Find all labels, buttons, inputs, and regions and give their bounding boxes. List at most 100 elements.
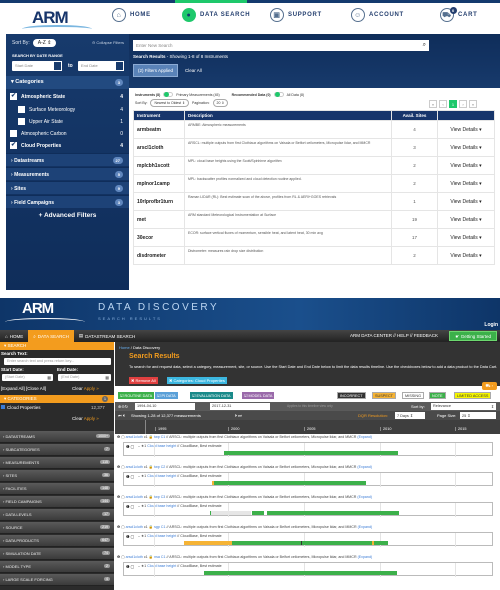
instrument-name[interactable]: mplcbh1scott [134, 157, 184, 174]
search-section-header[interactable]: ▾ SEARCH [0, 342, 114, 350]
nav-data-search[interactable]: ● DATA SEARCH [182, 8, 250, 22]
recommended-toggle[interactable] [273, 92, 284, 97]
page-first-prev[interactable]: ⏮ ⏴ [118, 413, 125, 418]
nav-account[interactable]: ☺ ACCOUNT [351, 8, 404, 22]
facet-large-scale-forcing[interactable]: › LARGE SCALE FORCING 4 [0, 574, 114, 586]
pager-first[interactable]: « [429, 100, 437, 108]
info-icon[interactable]: ❶ [117, 525, 120, 529]
category-surface-meteorology[interactable]: Surface Meteorology 4 [6, 104, 129, 115]
row-controls[interactable]: ❶ ▢ [126, 444, 134, 449]
checkbox-checked[interactable] [1, 405, 5, 409]
filters-applied-button[interactable]: (2) Filters Applied [133, 64, 179, 77]
category-filter-chip[interactable]: ✖ Categories: Cloud Properties [167, 377, 227, 384]
clear-apply-links[interactable]: Clear Apply » [72, 416, 99, 421]
section-sites[interactable]: › Sites 9 [6, 181, 129, 194]
instrument-name[interactable]: arscl1cloth [134, 139, 184, 156]
facet-simulation-date[interactable]: › SIMULATION DATE 74 [0, 548, 114, 560]
availability-bar[interactable] [232, 541, 372, 545]
advanced-filters-button[interactable]: + Advanced Filters [6, 212, 129, 219]
pager-last[interactable]: » [469, 100, 477, 108]
start-date-input[interactable]: (Start Date) ▦ [2, 374, 53, 381]
row-controls[interactable]: ❶ ▢ [126, 534, 134, 539]
data-type-routine-data[interactable]: ☑ ROUTINE DATA [118, 392, 155, 399]
calendar-icon[interactable]: ▦ [47, 375, 51, 380]
availability-bar[interactable] [204, 571, 397, 575]
page-next-last[interactable]: ⏵ ⏭ [235, 413, 242, 418]
facet-data-products[interactable]: › DATA PRODUCTS 647 [0, 535, 114, 547]
checkbox[interactable]: ▢ [121, 435, 124, 439]
collapse-filters-link[interactable]: ⊖ Collapse Filters [92, 40, 124, 45]
search-icon[interactable]: ⌕ [423, 42, 426, 49]
view-details-button[interactable]: View Details ▾ [438, 247, 494, 264]
cart-toggle-button[interactable]: ⛟ › [481, 382, 497, 390]
availability-bar[interactable] [212, 481, 214, 485]
section-measurements[interactable]: › Measurements 5 [6, 167, 129, 180]
pager-page-1[interactable]: 1 [449, 100, 457, 108]
row-controls[interactable]: ❶ ▢ [126, 504, 134, 509]
category-atmospheric-carbon[interactable]: Atmospheric Carbon 0 [6, 128, 129, 139]
row-controls[interactable]: ❶ ▢ [126, 564, 134, 569]
start-date-input[interactable]: Start Date [12, 61, 62, 71]
view-details-button[interactable]: View Details ▾ [438, 229, 494, 246]
facet-sites[interactable]: › SITES 36 [0, 470, 114, 482]
category-upper-air-state[interactable]: Upper Air State 1 [6, 116, 129, 127]
checkbox[interactable] [10, 130, 17, 137]
search-text-input[interactable]: Enter search text and press return key..… [4, 358, 111, 365]
end-date-input[interactable]: End Date [78, 61, 124, 71]
nav-support[interactable]: ▣ SUPPORT [270, 8, 322, 22]
info-icon[interactable]: ❶ [117, 435, 120, 439]
instrument-name[interactable]: armbeatm [134, 121, 184, 138]
nav-data-search[interactable]: ⌕ DATA SEARCH [28, 330, 74, 342]
availability-bar[interactable] [214, 481, 366, 485]
nav-datastream-search[interactable]: ▤ DATASTREAM SEARCH [74, 330, 140, 342]
checkbox[interactable]: ▢ [121, 555, 124, 559]
availability-bar[interactable] [267, 511, 399, 515]
categories-header[interactable]: ▾ Categories 3 [6, 76, 129, 89]
info-icon[interactable]: ❶ [117, 555, 120, 559]
timeline-end-input[interactable]: 2017-12-31 [210, 403, 270, 410]
instrument-name[interactable]: 30ecor [134, 229, 184, 246]
view-details-button[interactable]: View Details ▾ [438, 157, 494, 174]
instrument-name[interactable]: disdrometer [134, 247, 184, 264]
calendar-icon[interactable]: ▦ [105, 375, 109, 380]
clear-all-link[interactable]: Clear All [185, 68, 202, 73]
instrument-name[interactable]: met [134, 211, 184, 228]
availability-bar[interactable] [224, 451, 398, 455]
section-datastreams[interactable]: › Datastreams 27 [6, 153, 129, 166]
view-details-button[interactable]: View Details ▾ [438, 193, 494, 210]
facet-source[interactable]: › SOURCE 219 [0, 522, 114, 534]
checkbox[interactable] [18, 106, 25, 113]
checkbox-checked[interactable]: ✔ [10, 93, 17, 100]
getting-started-button[interactable]: ☛ Getting Started [449, 331, 497, 341]
categories-header[interactable]: ▾ CATEGORIES 1 [0, 395, 114, 403]
checkbox[interactable] [18, 118, 25, 125]
login-link[interactable]: Login [484, 322, 498, 328]
nav-home[interactable]: ⌂ HOME [0, 330, 28, 342]
nav-home[interactable]: ⌂ HOME [112, 8, 151, 22]
checkbox[interactable]: ▢ [121, 465, 124, 469]
arm-logo[interactable]: ARM [22, 300, 54, 317]
calendar-icon[interactable] [115, 61, 124, 71]
timeline-start-input[interactable]: 1994-04-10 [135, 403, 195, 410]
pager-prev[interactable]: ‹ [439, 100, 447, 108]
data-type-evaluation-data[interactable]: ☑ EVALUATION DATA [190, 392, 233, 399]
view-details-button[interactable]: View Details ▾ [438, 175, 494, 192]
expand-close-links[interactable]: [Expand All] [Close All] [1, 386, 46, 391]
sort-select[interactable]: Relevance ⇕ [431, 403, 496, 410]
dqr-resolution-select[interactable]: 7 Days ⇕ [395, 412, 425, 419]
end-date-input[interactable]: (End Date) ▦ [58, 374, 111, 381]
nav-cart[interactable]: ⛟ 0 CART [440, 7, 477, 22]
facet-measurements[interactable]: › MEASUREMENTS 115 [0, 457, 114, 469]
star-icon[interactable]: ★ [141, 534, 144, 538]
pagination-select[interactable]: 20 ⇕ [212, 99, 229, 107]
instrument-name[interactable]: mplnor1camp [134, 175, 184, 192]
calendar-icon[interactable] [53, 61, 62, 71]
search-input[interactable]: Enter New Search ⌕ [133, 40, 429, 51]
arm-logo[interactable]: ARM [22, 8, 92, 32]
category-cloud-properties[interactable]: Cloud Properties [1, 405, 41, 410]
facet-datastreams[interactable]: › DATASTREAMS 1000+ [0, 431, 114, 443]
view-details-button[interactable]: View Details ▾ [438, 121, 494, 138]
star-icon[interactable]: ★ [141, 444, 144, 448]
remove-all-button[interactable]: ✖ Remove All [129, 377, 158, 384]
availability-bar[interactable] [211, 511, 251, 515]
